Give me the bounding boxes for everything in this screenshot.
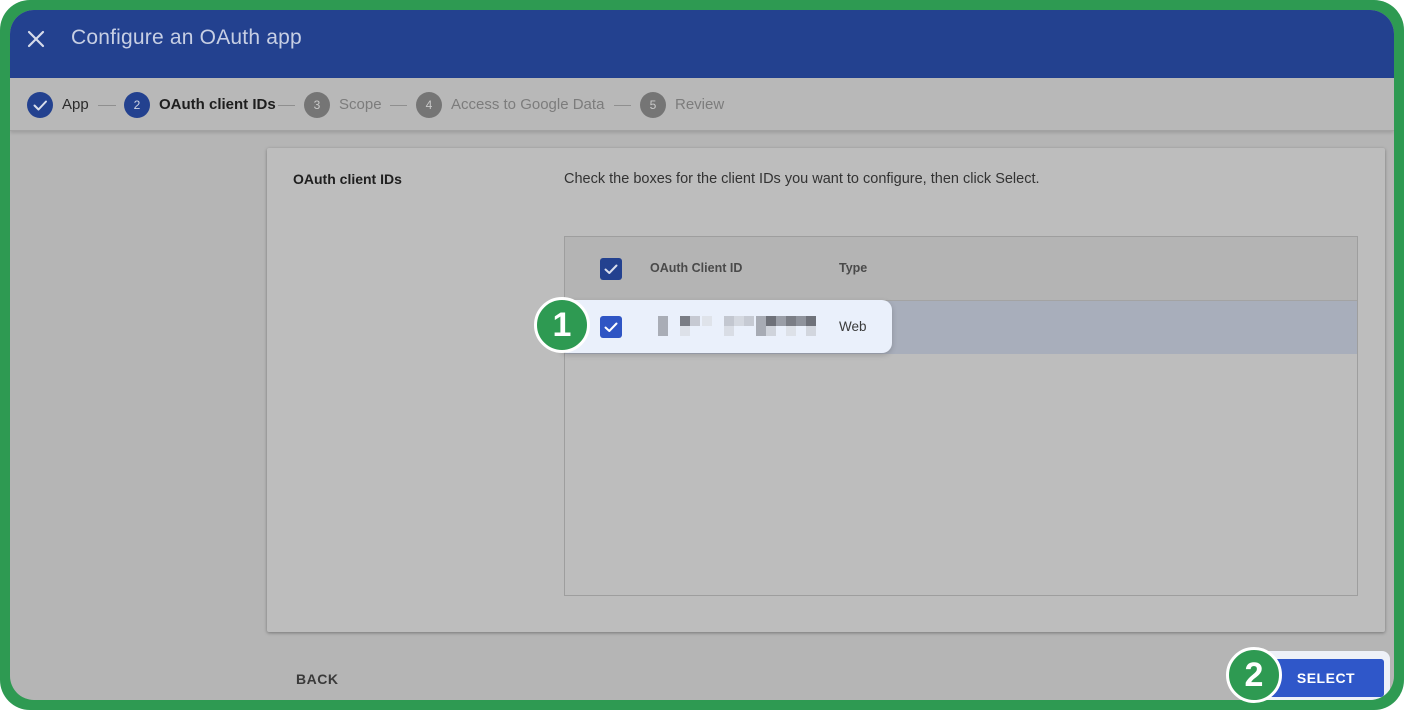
step-divider — [614, 105, 631, 106]
callout-badge-2: 2 — [1226, 647, 1282, 703]
table-header: OAuth Client ID Type — [565, 237, 1357, 301]
client-id-redacted — [656, 316, 826, 340]
column-type[interactable]: Type — [839, 261, 867, 275]
section-description: Check the boxes for the client IDs you w… — [564, 171, 1040, 187]
step-divider — [390, 105, 407, 106]
dialog-window: Configure an OAuth app App 2 OAuth clien… — [10, 10, 1394, 700]
step-scope[interactable]: Scope — [339, 96, 382, 113]
step-divider — [98, 105, 116, 106]
back-button[interactable]: BACK — [296, 671, 338, 687]
dialog-title: Configure an OAuth app — [71, 26, 302, 49]
table-row[interactable]: Web — [558, 300, 892, 353]
stepper: App 2 OAuth client IDs 3 Scope 4 Access … — [10, 78, 1394, 131]
step-4-number: 4 — [416, 92, 442, 118]
client-ids-table: OAuth Client ID Type — [564, 236, 1358, 596]
column-oauth-client-id[interactable]: OAuth Client ID — [650, 261, 742, 275]
callout-badge-1: 1 — [534, 297, 590, 353]
step-3-number: 3 — [304, 92, 330, 118]
oauth-client-ids-card: OAuth client IDs Check the boxes for the… — [267, 148, 1385, 632]
step-review[interactable]: Review — [675, 96, 724, 113]
step-5-number: 5 — [640, 92, 666, 118]
step-app[interactable]: App — [62, 96, 89, 113]
step-1-check-icon — [27, 92, 53, 118]
close-icon[interactable] — [24, 27, 48, 51]
select-all-checkbox[interactable] — [600, 258, 622, 280]
step-access-to-google-data[interactable]: Access to Google Data — [451, 96, 604, 113]
dialog-header: Configure an OAuth app — [10, 10, 1394, 78]
client-type: Web — [839, 319, 867, 334]
step-divider — [278, 105, 295, 106]
step-2-number: 2 — [124, 92, 150, 118]
row-checkbox[interactable] — [600, 316, 622, 338]
select-button[interactable]: SELECT — [1268, 659, 1384, 697]
step-oauth-client-ids[interactable]: OAuth client IDs — [159, 96, 276, 113]
section-title: OAuth client IDs — [293, 171, 402, 187]
